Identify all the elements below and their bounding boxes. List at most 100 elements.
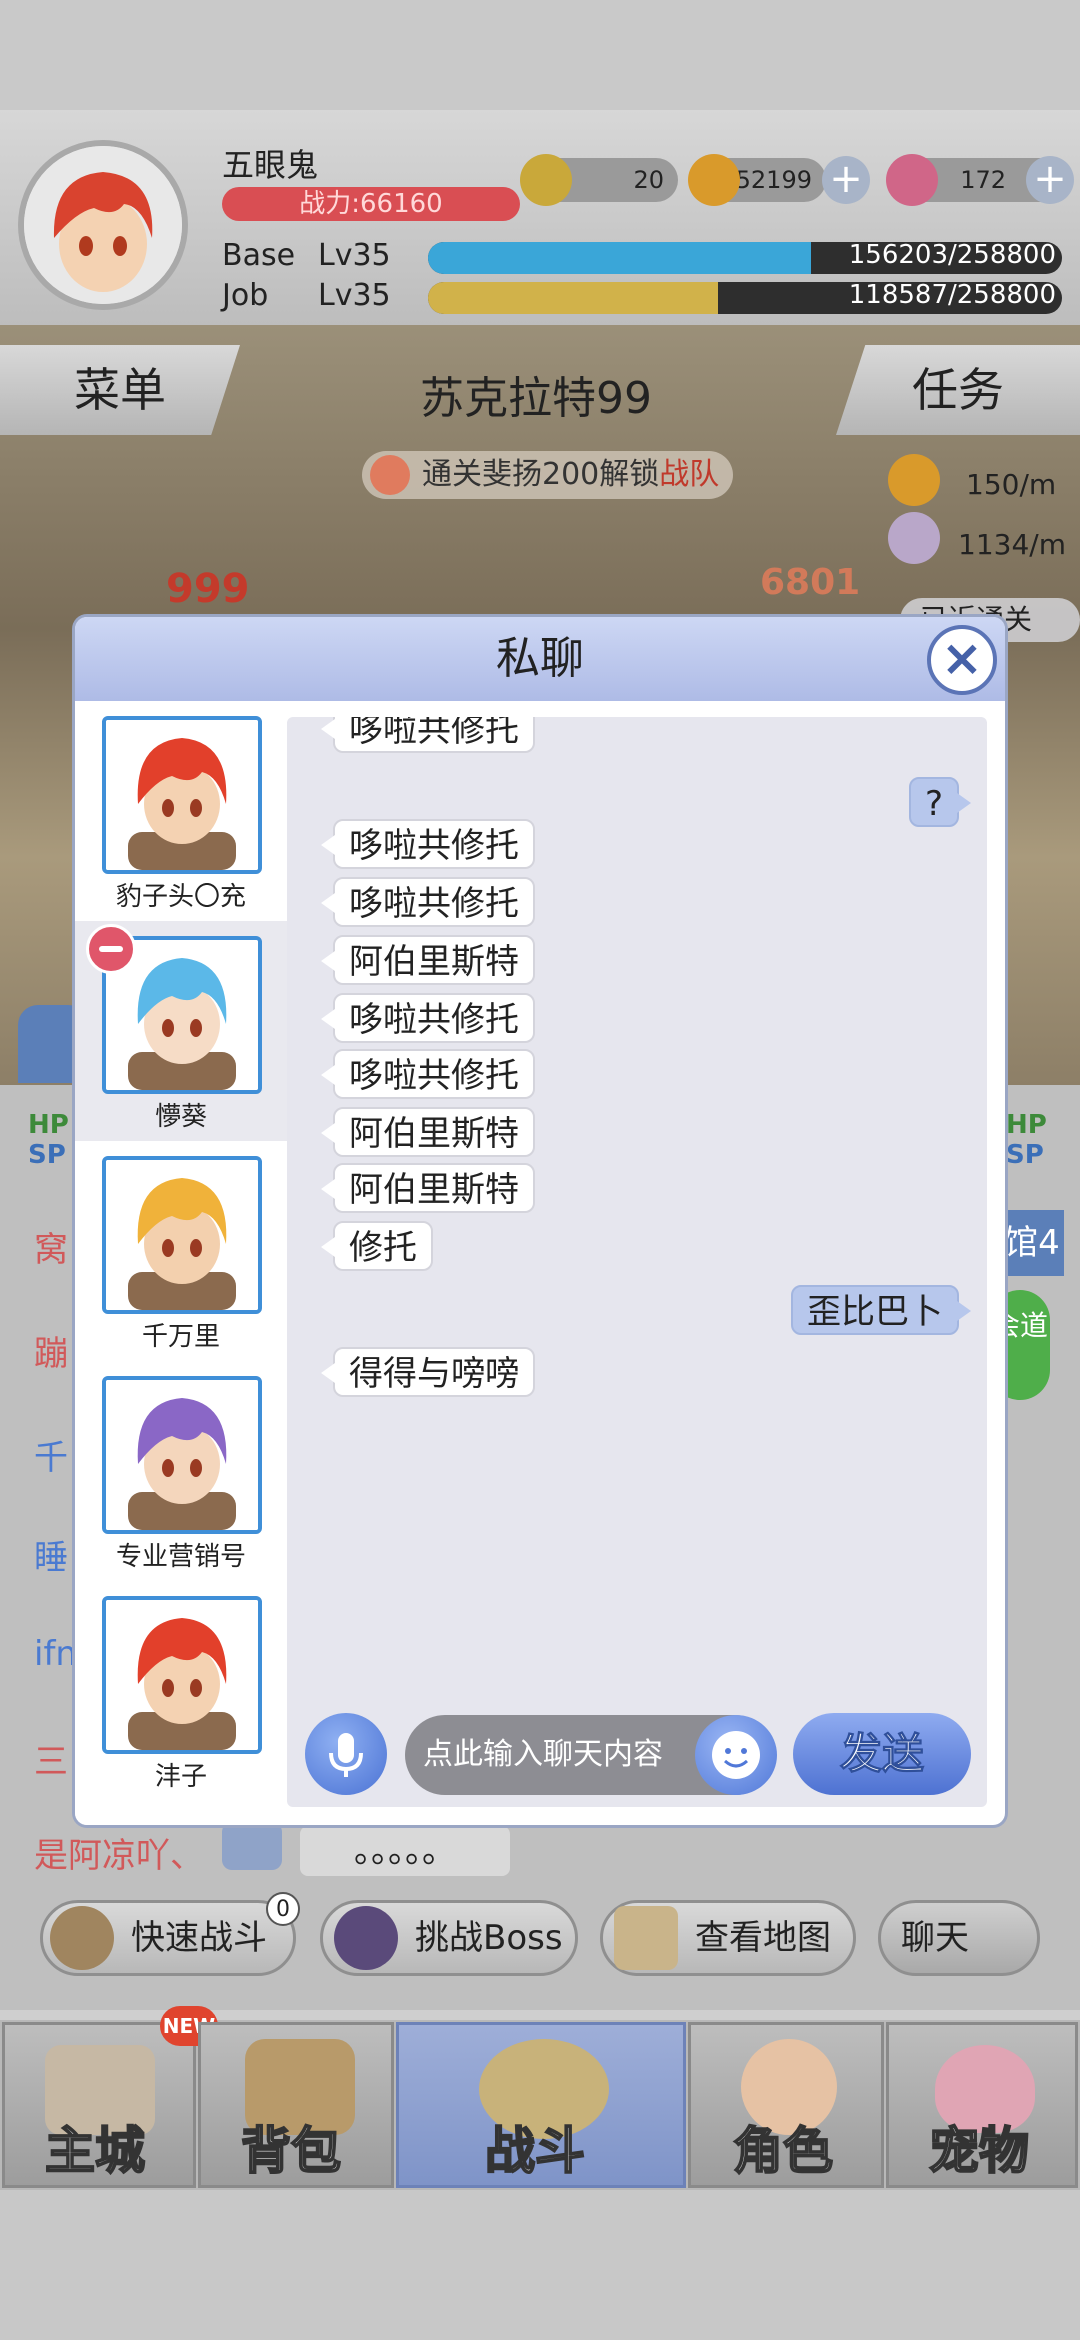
hp-label: HP — [28, 1110, 69, 1140]
incoming-message: 阿伯里斯特 — [321, 935, 535, 985]
chat-emblem-icon — [222, 1822, 282, 1870]
close-button[interactable]: × — [927, 625, 997, 695]
chat-toggle-label: 聊天 — [901, 1918, 969, 1958]
add-gem-button[interactable]: + — [1026, 156, 1074, 204]
coin-icon — [520, 154, 572, 206]
menu-label: 菜单 — [74, 363, 166, 417]
contact-item[interactable]: 千万里 — [75, 1141, 287, 1361]
close-icon: × — [941, 629, 983, 687]
contact-name: 沣子 — [154, 1762, 207, 1792]
fast-battle-icon — [50, 1906, 114, 1970]
chat-preview-line: 睡 — [34, 1538, 68, 1578]
avatar-portrait-icon — [106, 1160, 258, 1310]
incoming-message: 修托 — [321, 1221, 433, 1271]
last-chat-message: 。。。。。 — [300, 1826, 510, 1876]
contact-name: 豹子头〇充 — [115, 882, 246, 912]
nav-role[interactable]: 角色 — [688, 2022, 884, 2188]
incoming-message: 得得与嗙嗙 — [321, 1347, 535, 1397]
contact-avatar — [102, 1376, 262, 1534]
contact-item[interactable]: 豹子头〇充 — [75, 701, 287, 921]
incoming-message: 哆啦共修托 — [321, 993, 535, 1043]
menu-button[interactable]: 菜单 — [0, 345, 240, 435]
contact-item[interactable]: 懜葵 — [75, 921, 287, 1141]
sp-label: SP — [28, 1140, 66, 1170]
contact-name: 专业营销号 — [115, 1542, 246, 1572]
player-avatar[interactable] — [18, 140, 188, 310]
unlock-highlight: 战队 — [659, 457, 720, 492]
contact-item[interactable]: 专业营销号 — [75, 1361, 287, 1581]
outgoing-message: 歪比巴卜 — [791, 1285, 971, 1335]
challenge-boss-label: 挑战Boss — [415, 1918, 563, 1958]
base-label: Base — [222, 238, 296, 273]
message-list: 哆啦共修托? 哆啦共修托 哆啦共修托 阿伯里斯特 哆啦共修托 哆啦共修托 阿伯里斯特 阿伯里斯… — [287, 717, 987, 1807]
contact-avatar — [102, 1596, 262, 1754]
nav-city[interactable]: 主城 — [2, 2022, 196, 2188]
hp-sp-right: HP SP — [1006, 1110, 1058, 1170]
voice-button[interactable] — [305, 1713, 387, 1795]
gem-icon — [886, 154, 938, 206]
nav-battle-label: 战斗 — [484, 2121, 586, 2181]
chat-preview-line: 蹦 — [34, 1334, 68, 1374]
incoming-message: 哆啦共修托 — [321, 819, 535, 869]
power-indicator: 战力:66160 — [222, 187, 520, 221]
chat-preview-line: 窝 — [34, 1230, 68, 1270]
nav-city-label: 主城 — [44, 2121, 146, 2181]
contact-list: 豹子头〇充懜葵千万里专业营销号沣子 — [75, 701, 287, 1825]
chat-preview-line: 千 — [34, 1438, 68, 1478]
chat-preview-line: 三 — [34, 1742, 68, 1782]
nav-bag[interactable]: 背包 — [198, 2022, 394, 2188]
scroll-map-icon — [614, 1906, 678, 1970]
avatar-portrait-icon — [106, 1380, 258, 1530]
damage-number: 999 — [166, 566, 250, 612]
nav-battle[interactable]: 战斗 — [396, 2022, 686, 2188]
emoji-button[interactable] — [695, 1715, 777, 1795]
contact-avatar — [102, 716, 262, 874]
contact-avatar — [102, 1156, 262, 1314]
map-name: 苏克拉特99 — [420, 373, 652, 424]
incoming-message: 阿伯里斯特 — [321, 1107, 535, 1157]
nav-bag-label: 背包 — [240, 2121, 342, 2181]
last-chat-name: 是阿凉吖、 — [34, 1836, 204, 1876]
base-exp-fill — [428, 242, 811, 274]
avatar-portrait-icon — [106, 1600, 258, 1750]
incoming-message: 哆啦共修托 — [321, 877, 535, 927]
fast-battle-count: 0 — [266, 1892, 300, 1926]
sp-label-right: SP — [1006, 1140, 1044, 1170]
contact-name: 千万里 — [141, 1322, 220, 1352]
coin-value: 20 — [633, 166, 664, 194]
zeny-icon — [688, 154, 740, 206]
incoming-message: 哆啦共修托 — [321, 717, 535, 753]
exp-rate: 1134/m — [958, 528, 1066, 561]
avatar-portrait-icon — [106, 720, 258, 870]
nav-role-label: 角色 — [732, 2121, 834, 2181]
remove-contact-icon[interactable] — [86, 924, 136, 974]
job-level: Lv35 — [318, 278, 391, 313]
job-exp-text: 118587/258800 — [848, 280, 1056, 310]
chat-toggle[interactable]: 聊天 — [878, 1900, 1040, 1976]
contact-item[interactable]: 沣子 — [75, 1581, 287, 1801]
view-map-label: 查看地图 — [695, 1918, 831, 1958]
task-button[interactable]: 任务 — [836, 345, 1080, 435]
job-label: Job — [222, 278, 269, 313]
incoming-message: 哆啦共修托 — [321, 1049, 535, 1099]
send-button[interactable]: 发送 — [793, 1713, 971, 1795]
status-area — [0, 0, 1080, 110]
fast-battle-label: 快速战斗 — [131, 1918, 267, 1958]
unlock-text: 通关斐扬200解锁 — [422, 457, 660, 492]
damage-number-2: 6801 — [760, 562, 861, 603]
nav-pet[interactable]: 宠物 — [886, 2022, 1078, 2188]
player-name: 五眼鬼 — [222, 146, 319, 184]
nav-pet-label: 宠物 — [928, 2121, 1030, 2181]
contact-name: 懜葵 — [154, 1102, 207, 1132]
outgoing-message: ? — [908, 777, 972, 827]
base-level: Lv35 — [318, 238, 391, 273]
unlock-banner[interactable]: 通关斐扬200解锁战队 — [362, 451, 734, 499]
gem-value: 172 — [960, 166, 1006, 194]
private-chat-dialog: 私聊 × 豹子头〇充 懜葵 千万里 专业营销号 沣子 哆啦共修托? 哆啦共修托 哆啦共修托阿… — [75, 617, 1005, 1825]
crab-icon — [370, 455, 410, 495]
incoming-message: 阿伯里斯特 — [321, 1163, 535, 1213]
hall-tag[interactable]: 馆4 — [1000, 1210, 1064, 1276]
add-zeny-button[interactable]: + — [822, 156, 870, 204]
exp-rate-icon — [888, 512, 940, 564]
gold-rate-icon — [888, 454, 940, 506]
